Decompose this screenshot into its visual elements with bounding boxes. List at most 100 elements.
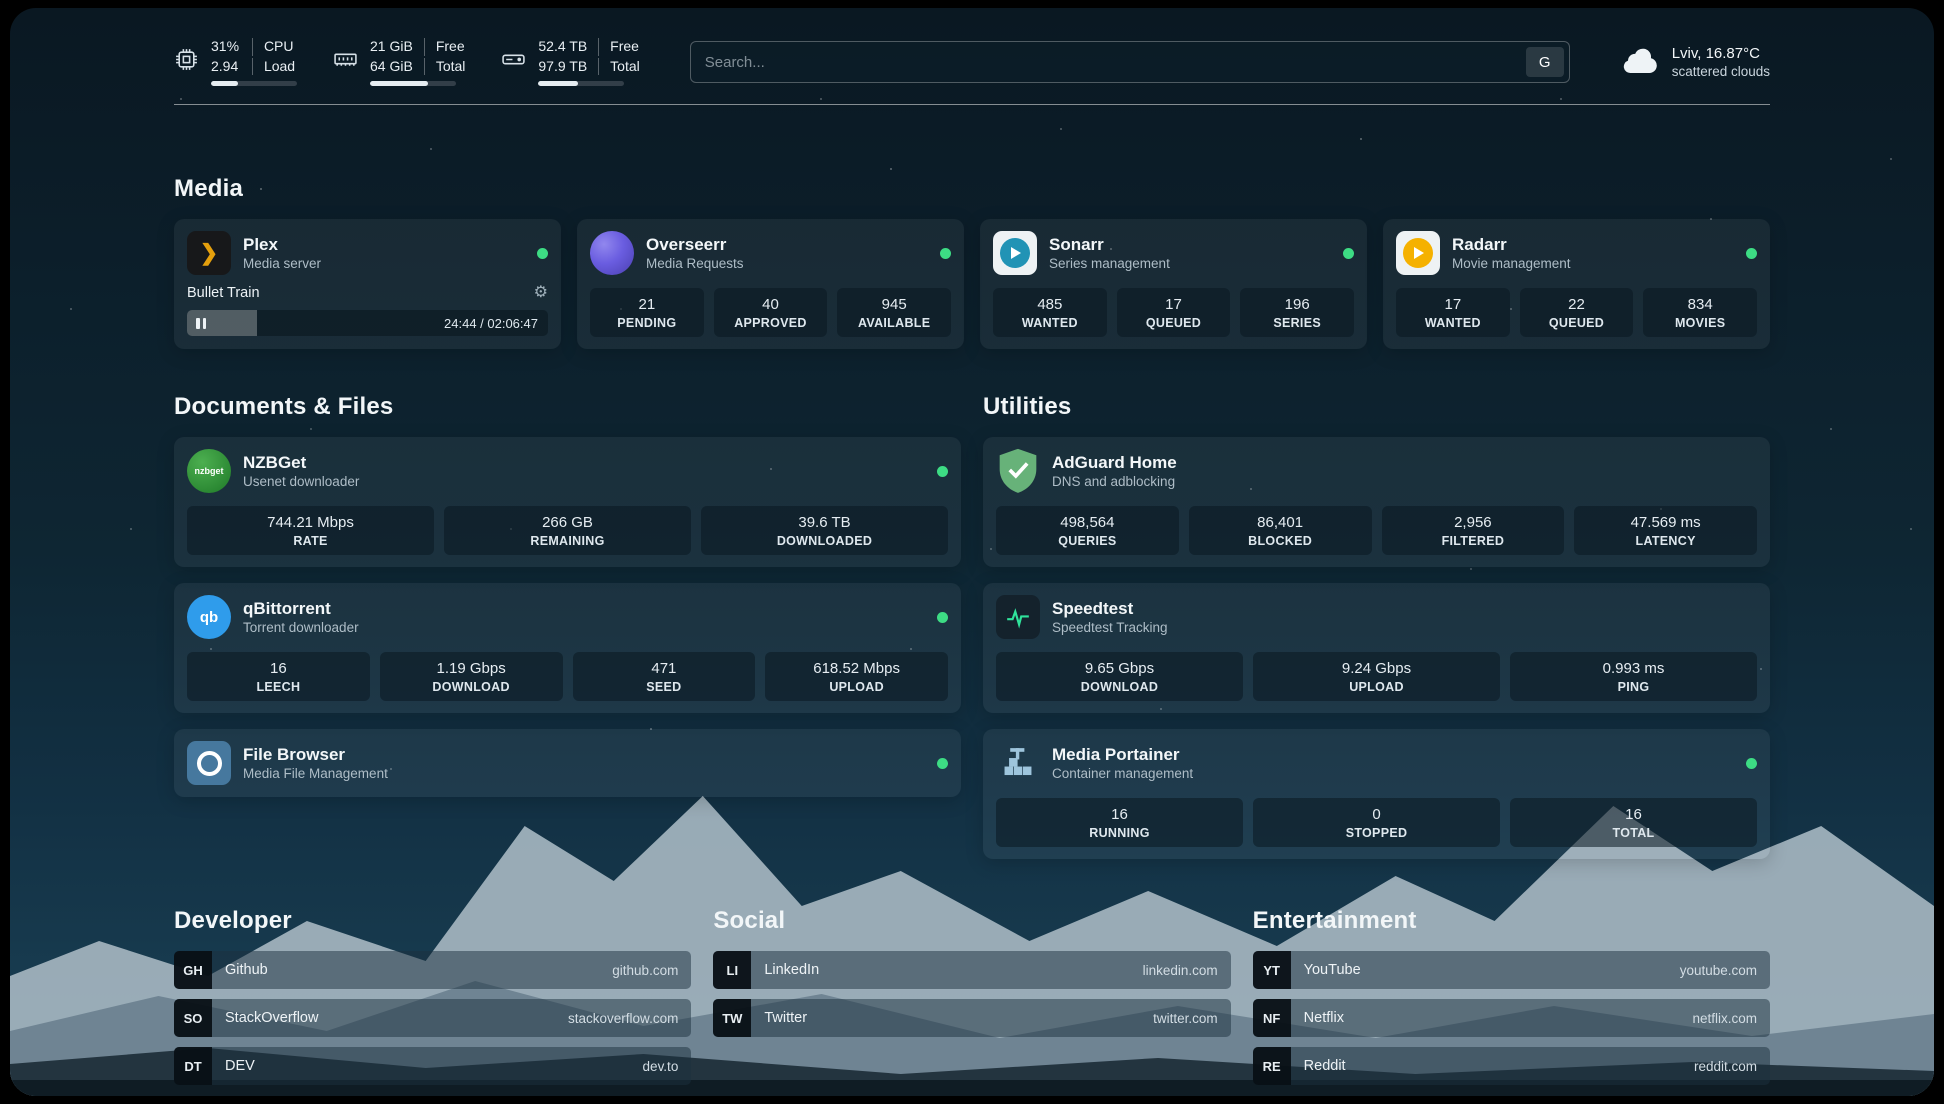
bookmark-twitter[interactable]: TW Twitter twitter.com: [713, 999, 1230, 1037]
app-card-speedtest[interactable]: Speedtest Speedtest Tracking 9.65 GbpsDO…: [983, 583, 1770, 713]
disk-free-label: Free: [598, 38, 640, 56]
app-name: File Browser: [243, 745, 388, 765]
stat-tile: 86,401BLOCKED: [1189, 506, 1372, 555]
bookmark-url: github.com: [612, 963, 678, 978]
stat-tile: 2,956FILTERED: [1382, 506, 1565, 555]
weather-location-temp: Lviv, 16.87°C: [1672, 45, 1770, 62]
ram-stat: 21 GiB Free 64 GiB Total: [333, 38, 465, 86]
dashboard-window: 31% CPU 2.94 Load 21 GiB: [10, 8, 1934, 1096]
stat-tile: 16LEECH: [187, 652, 370, 701]
disk-free-value: 52.4 TB: [538, 38, 598, 56]
weather-widget: Lviv, 16.87°C scattered clouds: [1620, 45, 1770, 80]
status-dot: [937, 466, 948, 477]
stat-tile: 834MOVIES: [1643, 288, 1757, 337]
bookmark-netflix[interactable]: NF Netflix netflix.com: [1253, 999, 1770, 1037]
bookmark-name: Netflix: [1304, 1010, 1344, 1026]
status-dot: [937, 612, 948, 623]
app-card-overseerr[interactable]: Overseerr Media Requests 21PENDING 40APP…: [577, 219, 964, 349]
app-card-sonarr[interactable]: Sonarr Series management 485WANTED 17QUE…: [980, 219, 1367, 349]
app-description: Torrent downloader: [243, 620, 359, 635]
app-name: Speedtest: [1052, 599, 1168, 619]
ram-icon: [333, 47, 358, 77]
app-description: DNS and adblocking: [1052, 474, 1177, 489]
cpu-progress-bar: [211, 81, 297, 86]
search-bar: G: [690, 41, 1570, 83]
app-card-radarr[interactable]: Radarr Movie management 17WANTED 22QUEUE…: [1383, 219, 1770, 349]
reddit-icon: RE: [1253, 1047, 1291, 1085]
section-title-documents: Documents & Files: [174, 393, 961, 421]
bookmark-name: YouTube: [1304, 962, 1361, 978]
stat-tile: 40APPROVED: [714, 288, 828, 337]
app-description: Container management: [1052, 766, 1193, 781]
search-input[interactable]: [691, 54, 1526, 71]
stat-tile: 21PENDING: [590, 288, 704, 337]
bookmarks-developer: Developer GH Github github.com SO StackO…: [174, 907, 691, 1085]
bookmark-youtube[interactable]: YT YouTube youtube.com: [1253, 951, 1770, 989]
github-icon: GH: [174, 951, 212, 989]
bookmark-stackoverflow[interactable]: SO StackOverflow stackoverflow.com: [174, 999, 691, 1037]
stat-tile: 16TOTAL: [1510, 798, 1757, 847]
cloud-icon: [1620, 45, 1660, 80]
app-card-portainer[interactable]: Media Portainer Container management 16R…: [983, 729, 1770, 859]
filebrowser-icon: [187, 741, 231, 785]
bookmark-name: StackOverflow: [225, 1010, 318, 1026]
disk-stat: 52.4 TB Free 97.9 TB Total: [501, 38, 639, 86]
app-description: Media File Management: [243, 766, 388, 781]
app-name: qBittorrent: [243, 599, 359, 619]
stat-tile: 0STOPPED: [1253, 798, 1500, 847]
stat-tile: 9.65 GbpsDOWNLOAD: [996, 652, 1243, 701]
stat-tile: 1.19 GbpsDOWNLOAD: [380, 652, 563, 701]
section-title-utilities: Utilities: [983, 393, 1770, 421]
status-dot: [537, 248, 548, 259]
search-engine-button[interactable]: G: [1526, 47, 1564, 77]
app-description: Media Requests: [646, 256, 744, 271]
cpu-stat: 31% CPU 2.94 Load: [174, 38, 297, 86]
app-description: Movie management: [1452, 256, 1571, 271]
cpu-load-value: 2.94: [211, 58, 252, 76]
app-description: Media server: [243, 256, 321, 271]
app-card-adguard[interactable]: AdGuard Home DNS and adblocking 498,564Q…: [983, 437, 1770, 567]
bookmarks-social: Social LI LinkedIn linkedin.com TW Twitt…: [713, 907, 1230, 1085]
app-name: NZBGet: [243, 453, 359, 473]
stat-tile: 39.6 TBDOWNLOADED: [701, 506, 948, 555]
app-card-filebrowser[interactable]: File Browser Media File Management: [174, 729, 961, 797]
bookmark-dev[interactable]: DT DEV dev.to: [174, 1047, 691, 1085]
background-stars: [10, 8, 12, 10]
pause-icon[interactable]: [196, 318, 206, 329]
bookmark-name: LinkedIn: [764, 962, 819, 978]
settings-gear-icon[interactable]: ⚙: [534, 285, 548, 301]
cpu-load-label: Load: [252, 58, 297, 76]
app-name: Radarr: [1452, 235, 1571, 255]
now-playing-title: Bullet Train: [187, 285, 260, 301]
app-name: Sonarr: [1049, 235, 1170, 255]
app-name: Overseerr: [646, 235, 744, 255]
stat-tile: 9.24 GbpsUPLOAD: [1253, 652, 1500, 701]
dev-icon: DT: [174, 1047, 212, 1085]
bookmark-name: Reddit: [1304, 1058, 1346, 1074]
ram-free-label: Free: [424, 38, 466, 56]
bookmark-linkedin[interactable]: LI LinkedIn linkedin.com: [713, 951, 1230, 989]
adguard-shield-icon: [996, 449, 1040, 493]
header-divider: [174, 104, 1770, 105]
disk-total-label: Total: [598, 58, 640, 76]
playback-progress-bar[interactable]: 24:44 / 02:06:47: [187, 310, 548, 336]
ram-total-value: 64 GiB: [370, 58, 424, 76]
bookmark-url: youtube.com: [1680, 963, 1757, 978]
bookmark-reddit[interactable]: RE Reddit reddit.com: [1253, 1047, 1770, 1085]
stat-tile: 945AVAILABLE: [837, 288, 951, 337]
bookmark-name: Github: [225, 962, 268, 978]
section-media: Media ❯ Plex Media server Bullet Train ⚙: [174, 175, 1770, 349]
bookmark-url: reddit.com: [1694, 1059, 1757, 1074]
section-utilities: Utilities AdGuard Home DNS and adblockin…: [983, 393, 1770, 859]
status-dot: [940, 248, 951, 259]
cpu-label: CPU: [252, 38, 297, 56]
section-title-social: Social: [713, 907, 1230, 935]
stat-tile: 47.569 msLATENCY: [1574, 506, 1757, 555]
bookmark-github[interactable]: GH Github github.com: [174, 951, 691, 989]
ram-total-label: Total: [424, 58, 466, 76]
stat-tile: 266 GBREMAINING: [444, 506, 691, 555]
app-card-plex[interactable]: ❯ Plex Media server Bullet Train ⚙: [174, 219, 561, 349]
app-card-qbittorrent[interactable]: qb qBittorrent Torrent downloader 16LEEC…: [174, 583, 961, 713]
app-card-nzbget[interactable]: nzbget NZBGet Usenet downloader 744.21 M…: [174, 437, 961, 567]
speedtest-icon: [996, 595, 1040, 639]
